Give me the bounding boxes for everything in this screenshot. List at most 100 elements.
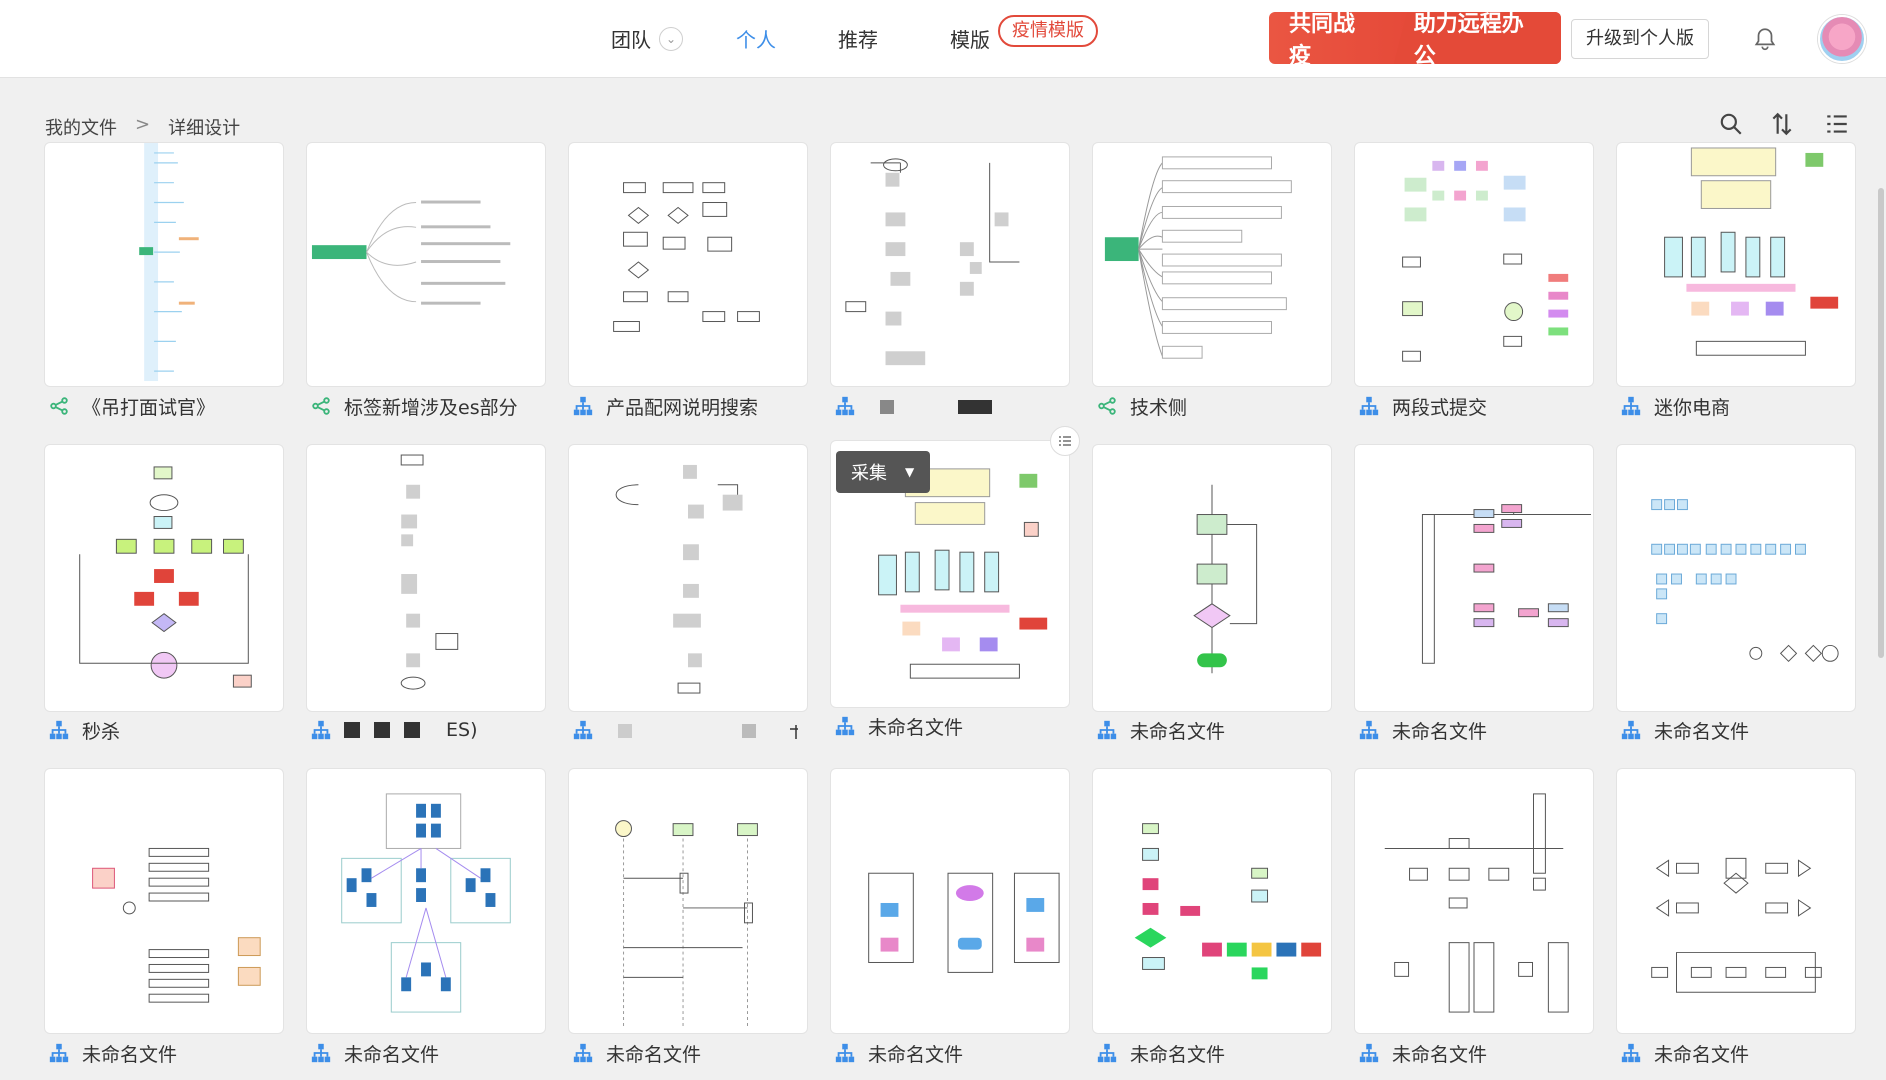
caret-down-icon: ▼ — [905, 465, 915, 479]
file-thumbnail[interactable] — [1354, 768, 1594, 1034]
file-name: 标签新增涉及es部分 — [344, 396, 518, 419]
file-thumbnail[interactable] — [1092, 768, 1332, 1034]
promo-banner[interactable]: 共同战疫 助力远程办公 — [1269, 12, 1561, 64]
file-name-row[interactable]: ES) — [310, 716, 477, 744]
file-thumbnail[interactable] — [44, 142, 284, 387]
file-name-row[interactable]: 未命名文件 — [48, 1039, 177, 1067]
tab-templates[interactable]: 模版 — [950, 24, 990, 53]
collect-label: 采集 — [851, 463, 887, 484]
file-name-row[interactable]: 未命名文件 — [1620, 716, 1749, 744]
file-name-row[interactable]: 产品配网说明搜索 — [572, 392, 758, 420]
file-name-row[interactable]: 《吊打面试官》 — [48, 392, 215, 420]
flowchart-icon — [573, 720, 593, 740]
file-name: 秒杀 — [82, 720, 121, 743]
breadcrumb: 我的文件 > 详细设计 — [45, 114, 240, 140]
file-name: ES) — [446, 719, 478, 741]
file-thumbnail[interactable] — [44, 444, 284, 712]
list-view-icon[interactable] — [1824, 111, 1850, 137]
file-thumbnail[interactable] — [1616, 142, 1856, 387]
tab-team-label: 团队 — [611, 28, 651, 52]
file-name-row[interactable] — [572, 716, 798, 744]
flowchart-icon — [1097, 1043, 1117, 1063]
flowchart-icon — [1359, 720, 1379, 740]
more-options-button[interactable] — [1050, 426, 1080, 456]
file-thumbnail[interactable] — [568, 142, 808, 387]
bell-icon[interactable] — [1752, 26, 1778, 52]
file-name-row[interactable]: 两段式提交 — [1358, 392, 1487, 420]
scrollbar[interactable] — [1878, 188, 1884, 658]
file-thumbnail[interactable] — [1354, 142, 1594, 387]
upgrade-button[interactable]: 升级到个人版 — [1571, 19, 1709, 59]
file-name-row[interactable]: 未命名文件 — [1620, 1039, 1749, 1067]
search-icon[interactable] — [1718, 111, 1744, 137]
sort-icon[interactable] — [1769, 111, 1795, 137]
redacted-text — [880, 400, 992, 414]
flowchart-icon — [1621, 1043, 1641, 1063]
mindmap-icon — [50, 397, 68, 415]
flowchart-icon — [1621, 720, 1641, 740]
flowchart-icon — [835, 1043, 855, 1063]
file-name: 未命名文件 — [344, 1043, 440, 1066]
file-thumbnail[interactable] — [830, 768, 1070, 1034]
breadcrumb-root[interactable]: 我的文件 — [45, 114, 117, 140]
tab-personal-label: 个人 — [736, 28, 776, 52]
file-name: 未命名文件 — [1392, 1043, 1488, 1066]
file-name: 未命名文件 — [868, 716, 964, 739]
file-thumbnail[interactable] — [306, 768, 546, 1034]
flowchart-icon — [49, 720, 69, 740]
collect-button[interactable]: 采集 ▼ — [836, 451, 930, 493]
list-icon — [1059, 436, 1071, 446]
template-tag[interactable]: 疫情模版 — [998, 15, 1098, 47]
file-name-row[interactable]: 未命名文件 — [1358, 716, 1487, 744]
file-name-row[interactable]: 未命名文件 — [1096, 1039, 1225, 1067]
file-thumbnail[interactable] — [1092, 142, 1332, 387]
redacted-text — [344, 722, 420, 738]
file-thumbnail[interactable] — [568, 768, 808, 1034]
file-name-row[interactable]: 未命名文件 — [1096, 716, 1225, 744]
flowchart-icon — [311, 1043, 331, 1063]
flowchart-icon — [49, 1043, 69, 1063]
promo-left-text: 共同战疫 — [1289, 12, 1356, 64]
file-name-row[interactable]: 秒杀 — [48, 716, 120, 744]
breadcrumb-separator: > — [135, 114, 151, 135]
flowchart-icon — [1621, 396, 1641, 416]
file-name-row[interactable]: 未命名文件 — [834, 1039, 963, 1067]
file-name: 技术侧 — [1130, 396, 1188, 419]
file-name-row[interactable]: 迷你电商 — [1620, 392, 1730, 420]
tab-recommend[interactable]: 推荐 — [838, 24, 878, 53]
chevron-down-icon[interactable]: ⌄ — [659, 26, 683, 51]
file-name: 产品配网说明搜索 — [606, 396, 759, 419]
file-name-row[interactable]: 未命名文件 — [310, 1039, 439, 1067]
file-name: 未命名文件 — [82, 1043, 178, 1066]
file-name-row[interactable]: 未命名文件 — [572, 1039, 701, 1067]
file-name: 未命名文件 — [606, 1043, 702, 1066]
promo-right-text: 助力远程办公 — [1393, 12, 1561, 64]
flowchart-icon — [1359, 1043, 1379, 1063]
flowchart-icon — [835, 396, 855, 416]
file-thumbnail[interactable] — [44, 768, 284, 1034]
file-thumbnail[interactable] — [830, 142, 1070, 387]
file-thumbnail[interactable] — [1354, 444, 1594, 712]
tab-team[interactable]: 团队 ⌄ — [611, 24, 683, 53]
tab-recommend-label: 推荐 — [838, 28, 878, 52]
file-thumbnail[interactable] — [1092, 444, 1332, 712]
file-name: 未命名文件 — [1654, 1043, 1750, 1066]
mindmap-icon — [312, 397, 330, 415]
file-name-row[interactable]: 未命名文件 — [834, 712, 963, 740]
file-thumbnail[interactable] — [568, 444, 808, 712]
file-name-row[interactable] — [834, 392, 1000, 420]
redacted-text — [618, 724, 798, 739]
flowchart-icon — [573, 396, 593, 416]
file-thumbnail[interactable] — [306, 444, 546, 712]
tab-personal[interactable]: 个人 — [736, 24, 776, 53]
file-name-row[interactable]: 未命名文件 — [1358, 1039, 1487, 1067]
avatar[interactable] — [1818, 15, 1866, 63]
file-name: 未命名文件 — [1654, 720, 1750, 743]
flowchart-icon — [573, 1043, 593, 1063]
file-thumbnail[interactable] — [306, 142, 546, 387]
file-name-row[interactable]: 标签新增涉及es部分 — [310, 392, 518, 420]
file-name-row[interactable]: 技术侧 — [1096, 392, 1187, 420]
file-thumbnail[interactable] — [1616, 444, 1856, 712]
tab-templates-label: 模版 — [950, 28, 990, 52]
file-thumbnail[interactable] — [1616, 768, 1856, 1034]
